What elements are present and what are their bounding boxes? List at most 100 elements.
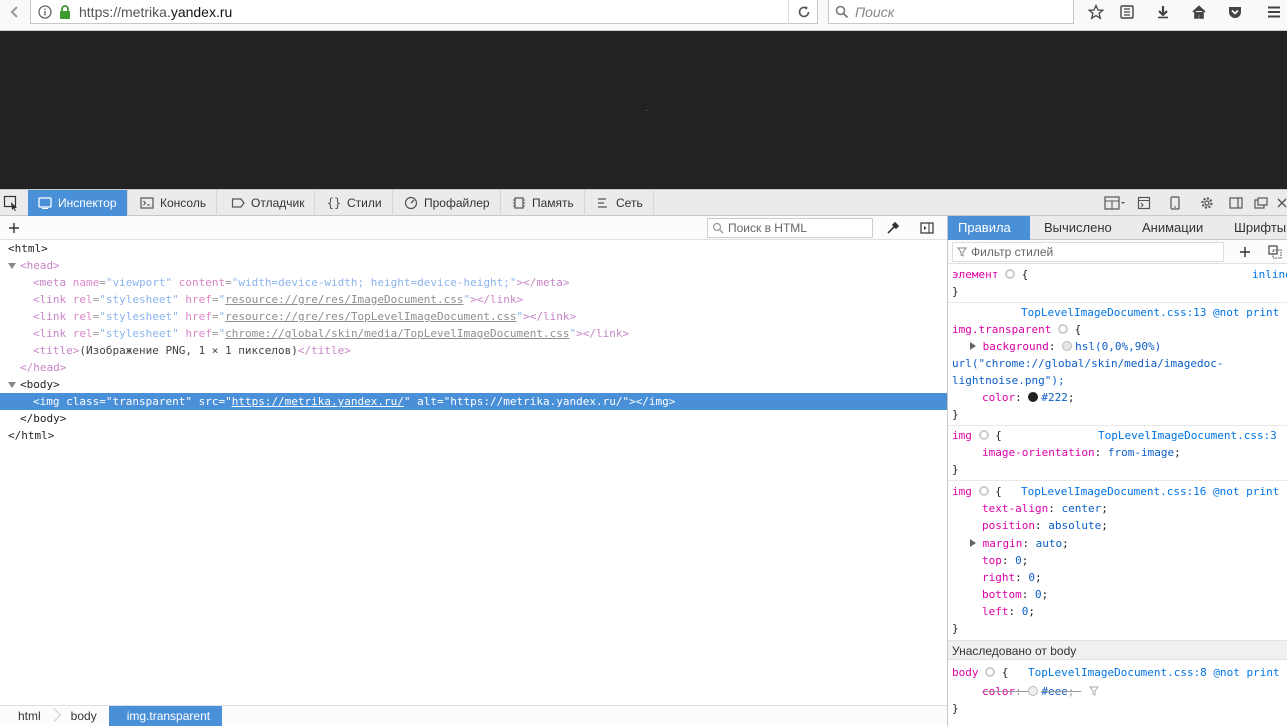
rule1-source[interactable]: TopLevelImageDocument.css:13 @not print	[952, 304, 1287, 321]
rule3-decl-top[interactable]: top: 0;	[952, 552, 1287, 569]
markup-node-meta[interactable]: <meta name="viewport" content="width=dev…	[0, 274, 947, 291]
element-rule-source[interactable]: inline	[1252, 266, 1287, 283]
tab-memory[interactable]: Память	[502, 190, 585, 216]
rule1-color-decl[interactable]: color: #222;	[952, 389, 1287, 406]
back-button[interactable]	[2, 1, 28, 23]
info-icon[interactable]	[37, 4, 53, 20]
markup-node-link-1[interactable]: <link rel="stylesheet" href="resource://…	[0, 291, 947, 308]
search-bar[interactable]: Поиск	[828, 0, 1074, 24]
rule1-header[interactable]: img.transparent {	[952, 321, 1287, 338]
toggle-pseudo-classes-button[interactable]	[1266, 243, 1284, 261]
rule4-decl-overridden[interactable]: color: #eee;	[952, 683, 1287, 700]
rule2-header[interactable]: img {TopLevelImageDocument.css:3	[952, 427, 1287, 444]
home-button[interactable]	[1188, 1, 1210, 23]
rule2-decl[interactable]: image-orientation: from-image;	[952, 444, 1287, 461]
color-swatch[interactable]	[1028, 686, 1039, 696]
rule3-decl-bottom[interactable]: bottom: 0;	[952, 586, 1287, 603]
close-devtools-button[interactable]	[1276, 194, 1287, 212]
markup-node-img-selected[interactable]: <img class="transparent" src="https://me…	[0, 393, 947, 410]
breadcrumb-img[interactable]: img.transparent	[108, 706, 223, 726]
tab-animations[interactable]: Анимации	[1132, 216, 1213, 240]
rule-gear-icon[interactable]	[978, 486, 989, 496]
rule3-decl-margin[interactable]: margin: auto;	[952, 535, 1287, 552]
html-search-input[interactable]: Поиск в HTML	[707, 218, 873, 238]
markup-node-link-2[interactable]: <link rel="stylesheet" href="resource://…	[0, 308, 947, 325]
rule3-decl-position[interactable]: position: absolute;	[952, 517, 1287, 534]
pick-element-button[interactable]	[2, 194, 20, 212]
split-console-button[interactable]	[1103, 194, 1127, 212]
rule4-source-link[interactable]: TopLevelImageDocument.css:8 @not print	[1028, 664, 1280, 681]
markup-node-body[interactable]: <body>	[0, 376, 947, 393]
tab-styles[interactable]: {} Стили	[317, 190, 393, 216]
rule-gear-icon[interactable]	[1057, 324, 1068, 334]
breadcrumb-html[interactable]: html	[0, 706, 61, 726]
rule2-source-link[interactable]: TopLevelImageDocument.css:3	[1098, 427, 1277, 444]
pocket-button[interactable]	[1224, 1, 1246, 23]
dock-side-button[interactable]	[1227, 194, 1245, 212]
tab-rules[interactable]: Правила	[948, 216, 1030, 240]
devtools-tabbar: Инспектор Консоль Отладчик {} Стили Проф…	[0, 189, 1287, 216]
tab-inspector[interactable]: Инспектор	[28, 190, 128, 216]
expand-triangle-icon[interactable]	[8, 382, 16, 388]
img-src-link[interactable]: https://metrika.yandex.ru/	[232, 395, 404, 408]
tab-network[interactable]: Сеть	[586, 190, 654, 216]
rule4-header[interactable]: body {TopLevelImageDocument.css:8 @not p…	[952, 664, 1287, 681]
markup-node-head[interactable]: <head>	[0, 257, 947, 274]
markup-node-html-close[interactable]: </html>	[0, 427, 947, 444]
responsive-design-button[interactable]	[1166, 194, 1184, 212]
markup-node-html[interactable]: <html>	[0, 240, 947, 257]
tab-debugger-label: Отладчик	[251, 196, 305, 210]
rule3-decl-right[interactable]: right: 0;	[952, 569, 1287, 586]
add-node-button[interactable]	[5, 219, 23, 237]
settings-button[interactable]	[1198, 194, 1216, 212]
tab-profiler[interactable]: Профайлер	[394, 190, 501, 216]
add-rule-button[interactable]	[1236, 243, 1254, 261]
expand-triangle-icon[interactable]	[8, 263, 16, 269]
bookmark-star-button[interactable]	[1085, 1, 1107, 23]
eyedropper-button[interactable]	[884, 219, 902, 237]
link2-href[interactable]: resource://gre/res/TopLevelImageDocument…	[225, 310, 516, 323]
rule-gear-icon[interactable]	[1004, 269, 1015, 279]
link1-href[interactable]: resource://gre/res/ImageDocument.css	[225, 293, 463, 306]
rule3-header[interactable]: img {TopLevelImageDocument.css:16 @not p…	[952, 483, 1287, 500]
scratchpad-button[interactable]	[1135, 194, 1153, 212]
element-rule-header[interactable]: элемент {inline	[952, 266, 1287, 283]
expand-triangle-icon[interactable]	[970, 539, 976, 547]
filter-icon	[957, 247, 967, 257]
tab-console[interactable]: Консоль	[130, 190, 218, 216]
filter-styles-input[interactable]: Фильтр стилей	[952, 242, 1224, 262]
color-swatch[interactable]	[1028, 392, 1039, 402]
filter-icon[interactable]	[1089, 686, 1100, 696]
rule1-source-link[interactable]: TopLevelImageDocument.css:13 @not print	[1021, 304, 1279, 321]
pseudo-class-icon	[1268, 245, 1282, 259]
rule3-decl-text-align[interactable]: text-align: center;	[952, 500, 1287, 517]
rule2-prop: image-orientation	[982, 446, 1095, 459]
browser-toolbar: https://metrika.yandex.ru Поиск	[0, 0, 1287, 31]
url-bar[interactable]: https://metrika.yandex.ru	[30, 0, 818, 24]
rule3-source-link[interactable]: TopLevelImageDocument.css:16 @not print	[1021, 483, 1279, 500]
rule-gear-icon[interactable]	[978, 430, 989, 440]
color-swatch[interactable]	[1062, 341, 1073, 351]
rule3-decl-left[interactable]: left: 0;	[952, 603, 1287, 620]
markup-node-title[interactable]: <title>(Изображение PNG, 1 × 1 пикселов)…	[0, 342, 947, 359]
expand-triangle-icon[interactable]	[970, 342, 976, 350]
rule-gear-icon[interactable]	[985, 667, 996, 677]
link3-href[interactable]: chrome://global/skin/media/TopLevelImage…	[225, 327, 569, 340]
rule1-background-decl[interactable]: background: hsl(0,0%,90%)	[952, 338, 1287, 355]
breadcrumb: html body img.transparent	[0, 705, 947, 726]
home-icon	[1192, 5, 1206, 19]
markup-node-head-close[interactable]: </head>	[0, 359, 947, 376]
markup-node-body-close[interactable]: </body>	[0, 410, 947, 427]
menu-button[interactable]	[1263, 1, 1285, 23]
reload-button[interactable]	[788, 0, 818, 24]
toggle-sidebar-button[interactable]	[918, 219, 936, 237]
markup-node-link-3[interactable]: <link rel="stylesheet" href="chrome://gl…	[0, 325, 947, 342]
breadcrumb-body[interactable]: body	[53, 706, 117, 726]
tab-debugger[interactable]: Отладчик	[221, 190, 316, 216]
tab-computed[interactable]: Вычислено	[1034, 216, 1122, 240]
reader-list-button[interactable]	[1116, 1, 1138, 23]
downloads-button[interactable]	[1152, 1, 1174, 23]
search-icon	[835, 5, 849, 18]
undock-button[interactable]	[1252, 194, 1270, 212]
tab-fonts[interactable]: Шрифты	[1224, 216, 1287, 240]
